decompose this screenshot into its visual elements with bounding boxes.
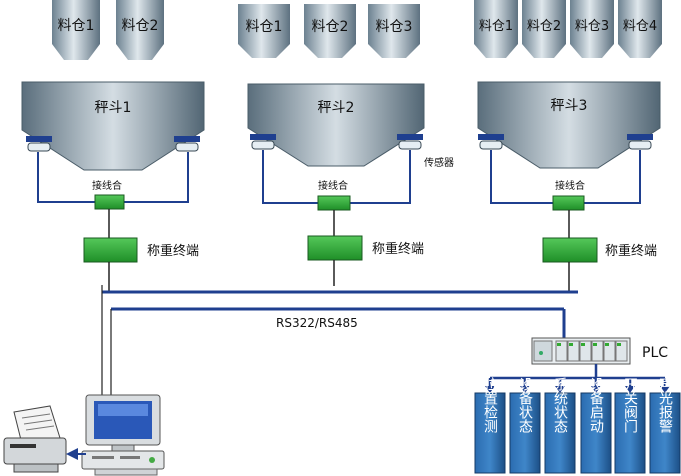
silo-label: 料仓2 [122,18,159,34]
module-label: 设备启动 [588,377,604,434]
junction-label: 接线合 [92,179,122,192]
junction-box-3 [552,195,585,211]
plc-modules: 位置检测 设备状态 系统状态 设备启动 开关阀门 声光报警 [474,377,681,474]
module-label: 位置检测 [482,377,498,433]
weighing-group-3: 料仓1 料仓2 料仓3 料仓4 秤斗3 接线合 称重终端 [474,0,662,292]
weighing-group-2: 料仓1 料仓2 料仓3 秤斗2 传感器 接线合 称重终端 [238,4,454,286]
silo-label: 料仓2 [527,19,561,34]
silo-label: 料仓3 [376,19,413,35]
weighing-group-1: 料仓1 料仓2 秤斗1 接线合 称重终端 [21,0,205,292]
hopper-1: 秤斗1 [21,81,205,171]
weighing-terminal-2 [307,235,363,261]
module-label: 声光报警 [657,377,673,433]
weighing-terminal-1 [83,237,138,263]
computer-icon [81,394,165,476]
silo-label: 料仓1 [479,19,513,34]
terminal-label: 称重终端 [605,243,657,259]
silo-3-4: 料仓4 [618,0,662,58]
silo-3-2: 料仓2 [522,0,566,58]
silo-1-2: 料仓2 [116,0,164,60]
junction-box-1 [94,194,125,210]
silo-2-2: 料仓2 [304,4,356,58]
silo-2-3: 料仓3 [368,4,420,58]
plc-label: PLC [642,345,668,361]
junction-box-2 [317,195,351,211]
terminal-label: 称重终端 [372,241,424,257]
hopper-label: 秤斗3 [551,98,588,114]
silo-label: 料仓4 [623,19,657,34]
plc-unit: PLC [531,337,668,365]
sensor-label: 传感器 [424,156,454,169]
module-label: 设备状态 [517,377,533,433]
silo-label: 料仓1 [246,19,283,35]
terminal-label: 称重终端 [147,243,199,259]
hopper-label: 秤斗2 [318,100,355,116]
hopper-3: 秤斗3 [477,81,661,169]
silo-1-1: 料仓1 [52,0,100,60]
printer-icon [3,405,86,473]
weighing-terminal-3 [542,237,598,263]
communication-bus: RS322/RS485 [101,285,578,400]
junction-label: 接线合 [318,179,348,192]
diagram-canvas: 料仓1 料仓2 秤斗1 接线合 称重终端 料仓1 料仓2 料仓3 秤斗2 传感器… [3,0,681,476]
system-diagram: 料仓1 料仓2 秤斗1 接线合 称重终端 料仓1 料仓2 料仓3 秤斗2 传感器… [0,0,681,476]
silo-label: 料仓1 [58,18,95,34]
silo-label: 料仓3 [575,19,609,34]
junction-label: 接线合 [555,179,585,192]
module-label: 开关阀门 [622,377,638,434]
silo-3-1: 料仓1 [474,0,518,58]
module-label: 系统状态 [552,377,568,433]
silo-label: 料仓2 [312,19,349,35]
hopper-label: 秤斗1 [95,100,132,116]
hopper-2: 秤斗2 [247,83,425,167]
silo-3-3: 料仓3 [570,0,614,58]
bus-label: RS322/RS485 [276,316,358,330]
silo-2-1: 料仓1 [238,4,290,58]
plc-output-tree [485,364,670,393]
